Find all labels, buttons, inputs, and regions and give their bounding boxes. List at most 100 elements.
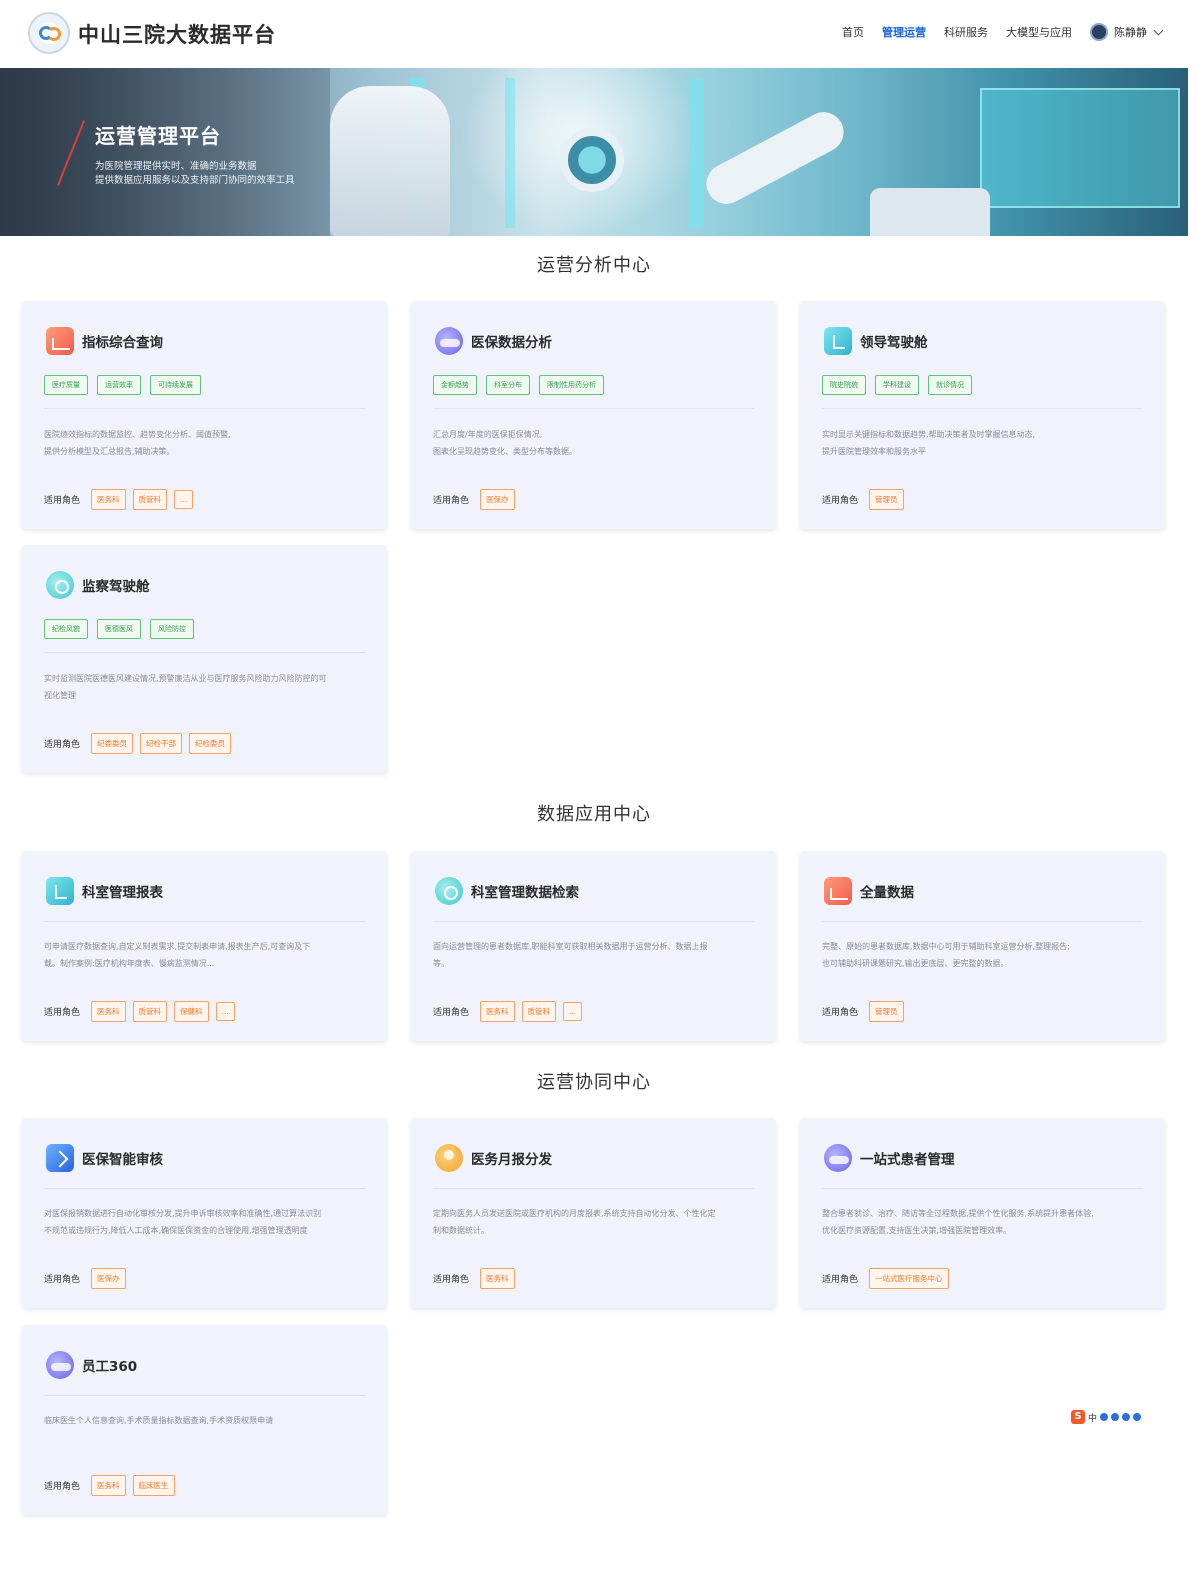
- cloud-icon: [435, 327, 463, 355]
- cloud-icon: [824, 1144, 852, 1172]
- role-badge-more[interactable]: ...: [215, 1002, 235, 1021]
- ime-toolbar[interactable]: S 中: [1071, 1408, 1189, 1426]
- tag[interactable]: 医疗质量: [44, 375, 88, 395]
- role-badge: 医务科: [91, 489, 126, 510]
- card-dept-data-search[interactable]: 科室管理数据检索 面向运营管理的患者数据库,职能科室可获取相关数据用于运营分析、…: [411, 851, 776, 1041]
- main-nav: 首页 管理运营 科研服务 大模型与应用 陈静静: [842, 23, 1164, 41]
- roles-label: 适用角色: [44, 496, 81, 506]
- roles-row: 适用角色 医务科 质管科 保健科 ...: [44, 1001, 235, 1022]
- roles-label: 适用角色: [433, 1275, 470, 1285]
- roles-row: 适用角色 一站式医疗服务中心: [822, 1268, 949, 1289]
- divider: [822, 1188, 1143, 1189]
- divider: [44, 652, 365, 653]
- role-badge: 质管科: [132, 489, 168, 510]
- card-title: 监察驾驶舱: [82, 579, 150, 595]
- roles-label: 适用角色: [44, 1275, 81, 1285]
- role-badge: 医保办: [480, 489, 515, 510]
- card-description: 实时显示关键指标和数据趋势,帮助决策者及时掌握信息动态, 提升医院管理效率和服务水…: [822, 430, 1036, 456]
- roles-row: 适用角色 医保办: [433, 489, 515, 510]
- divider: [433, 921, 754, 922]
- tag[interactable]: 限制性用药分析: [539, 375, 604, 395]
- card-full-data[interactable]: 全量数据 完整、原始的患者数据库,数据中心可用于辅助科室运营分析,整理报告; 也可…: [800, 851, 1165, 1041]
- role-badge-more[interactable]: ...: [174, 490, 194, 509]
- skin-icon[interactable]: [1133, 1413, 1142, 1421]
- user-menu[interactable]: 陈静静: [1090, 23, 1164, 41]
- banner-subtitle: 为医院管理提供实时、准确的业务数据: [95, 161, 257, 172]
- roles-label: 适用角色: [433, 1008, 470, 1018]
- teal-cloud-icon: [46, 571, 74, 599]
- ime-language-toggle[interactable]: 中: [1088, 1411, 1097, 1424]
- card-patient-management[interactable]: 一站式患者管理 整合患者就诊、治疗、随访等全过程数据,提供个性化服务,系统提升患…: [800, 1118, 1165, 1308]
- nav-item-management[interactable]: 管理运营: [882, 24, 926, 40]
- card-description: 定期向医务人员发送医院或医疗机构的月度报表,系统支持自动化分发、个性化定 制和数据…: [433, 1209, 716, 1235]
- card-dept-reports[interactable]: 科室管理报表 可申请医疗数据查询,自定义制表需求,提交制表申请,报表生产后,可查…: [22, 851, 387, 1041]
- keyboard-icon[interactable]: [1122, 1413, 1131, 1421]
- section-title: 运营分析中心: [537, 255, 651, 276]
- role-badge: 管理员: [869, 1001, 904, 1022]
- banner-subtitle: 提供数据应用服务以及支持部门协同的效率工具: [95, 175, 295, 186]
- card-indicator-query[interactable]: 指标综合查询 医疗质量 运营效率 可持续发展 医院绩效指标的数据监控、趋势变化分…: [22, 301, 387, 529]
- card-staff-360[interactable]: 员工360 临床医生个人信息查询,手术质量指标数据查询,手术资质权限申请 适用角…: [22, 1325, 387, 1515]
- card-description: 整合患者就诊、治疗、随访等全过程数据,提供个性化服务,系统提升患者体验, 优化医疗…: [822, 1209, 1094, 1235]
- card-title: 员工360: [82, 1359, 138, 1375]
- divider: [433, 408, 754, 409]
- hero-banner: 运营管理平台 为医院管理提供实时、准确的业务数据 提供数据应用服务以及支持部门协…: [0, 68, 1188, 236]
- divider: [822, 408, 1143, 409]
- roles-label: 适用角色: [822, 1275, 859, 1285]
- roles-label: 适用角色: [44, 1008, 81, 1018]
- card-description: 面向运营管理的患者数据库,职能科室可获取相关数据用于运营分析、数据上报 等。: [433, 942, 708, 968]
- nav-item-home[interactable]: 首页: [842, 24, 864, 40]
- tag[interactable]: 学科建设: [875, 375, 919, 395]
- tag[interactable]: 纪检风貌: [44, 619, 88, 639]
- card-description: 实时监测医院医德医风建设情况,预警廉洁从业与医疗服务风险助力风险防控的可 视化管理: [44, 674, 327, 700]
- nav-item-research[interactable]: 科研服务: [944, 24, 988, 40]
- role-badge: 纪委委员: [91, 733, 134, 754]
- role-badge: 纪检干部: [140, 733, 183, 754]
- divider: [44, 1395, 365, 1396]
- tag[interactable]: 可持续发展: [150, 375, 201, 395]
- role-badge: 医务科: [480, 1001, 515, 1022]
- divider: [44, 1188, 365, 1189]
- card-description: 医院绩效指标的数据监控、趋势变化分析、阈值预警, 提供分析模型及汇总报告,辅助决策…: [44, 430, 231, 456]
- tag[interactable]: 金额趋势: [433, 375, 477, 395]
- arrow-up-right-icon: [46, 1144, 74, 1172]
- clipboard-icon: [824, 327, 852, 355]
- card-title: 医务月报分发: [471, 1152, 552, 1168]
- card-title: 医保智能审核: [82, 1152, 163, 1168]
- role-badge: 质管科: [132, 1001, 168, 1022]
- tag[interactable]: 院史院貌: [822, 375, 866, 395]
- tag[interactable]: 科室分布: [486, 375, 530, 395]
- role-badge-more[interactable]: ...: [563, 1002, 583, 1021]
- card-description: 可申请医疗数据查询,自定义制表需求,提交制表申请,报表生产后,可查询及下 载。制作…: [44, 942, 311, 968]
- emoji-icon[interactable]: [1100, 1413, 1109, 1421]
- nav-item-llm[interactable]: 大模型与应用: [1006, 24, 1072, 40]
- tag[interactable]: 运营效率: [97, 375, 141, 395]
- tag[interactable]: 风险防控: [150, 619, 194, 639]
- roles-row: 适用角色 纪委委员 纪检干部 纪检委员: [44, 733, 232, 754]
- roles-row: 适用角色 医务科 临床医生: [44, 1475, 175, 1496]
- tag[interactable]: 医德医风: [97, 619, 141, 639]
- divider: [433, 1188, 754, 1189]
- section-title: 运营协同中心: [537, 1072, 651, 1093]
- hospital-logo-icon[interactable]: [28, 12, 70, 54]
- roles-label: 适用角色: [44, 740, 81, 750]
- card-title: 全量数据: [860, 885, 914, 901]
- role-badge: 医务科: [91, 1475, 126, 1496]
- sogou-logo-icon: S: [1071, 1410, 1085, 1424]
- role-badge: 一站式医疗服务中心: [869, 1268, 949, 1289]
- card-insurance-audit[interactable]: 医保智能审核 对医保报销数据进行自动化审核分发,提升申诉审核效率和准确性,通过算…: [22, 1118, 387, 1308]
- card-monthly-report[interactable]: 医务月报分发 定期向医务人员发送医院或医疗机构的月度报表,系统支持自动化分发、个…: [411, 1118, 776, 1308]
- card-insurance-analysis[interactable]: 医保数据分析 金额趋势 科室分布 限制性用药分析 汇总月度/年度的医保拒保情况,…: [411, 301, 776, 529]
- app-title: 中山三院大数据平台: [78, 23, 276, 47]
- tag[interactable]: 就诊情况: [928, 375, 972, 395]
- card-title: 医保数据分析: [471, 335, 552, 351]
- card-leader-cockpit[interactable]: 领导驾驶舱 院史院貌 学科建设 就诊情况 实时显示关键指标和数据趋势,帮助决策者…: [800, 301, 1165, 529]
- role-badge: 临床医生: [132, 1475, 175, 1496]
- people-icon: [435, 1144, 463, 1172]
- card-description: 完整、原始的患者数据库,数据中心可用于辅助科室运营分析,整理报告; 也可辅助科研课…: [822, 942, 1070, 968]
- card-title: 领导驾驶舱: [860, 335, 928, 351]
- microphone-icon[interactable]: [1111, 1413, 1120, 1421]
- clipboard-icon: [46, 877, 74, 905]
- chevron-down-icon: [1153, 25, 1164, 35]
- card-supervision-cockpit[interactable]: 监察驾驶舱 纪检风貌 医德医风 风险防控 实时监测医院医德医风建设情况,预警廉洁…: [22, 545, 387, 773]
